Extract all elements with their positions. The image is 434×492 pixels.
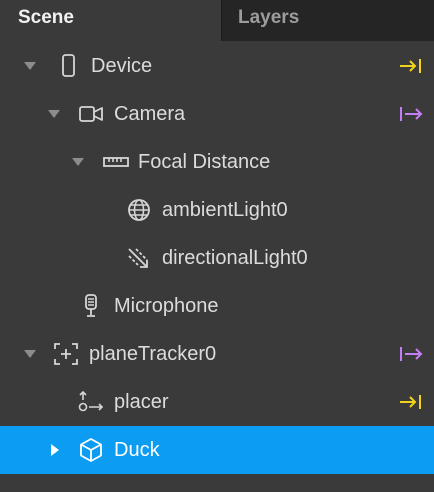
- tree-label-placer: placer: [114, 391, 169, 413]
- caret-down-icon[interactable]: [47, 107, 61, 121]
- bar-to-arrow-icon[interactable]: [398, 104, 424, 124]
- tree-row-ambient-light[interactable]: ambientLight0: [0, 186, 434, 234]
- caret-down-icon[interactable]: [23, 347, 37, 361]
- tree-row-directional-light[interactable]: directionalLight0: [0, 234, 434, 282]
- tab-scene[interactable]: Scene: [0, 0, 221, 41]
- tree-label-ambient-light: ambientLight0: [162, 199, 288, 221]
- microphone-icon: [78, 294, 104, 318]
- tree-label-focal-distance: Focal Distance: [138, 151, 271, 173]
- tree-row-focal-distance[interactable]: Focal Distance: [0, 138, 434, 186]
- tree-label-camera: Camera: [114, 103, 186, 125]
- null-object-icon: [78, 390, 104, 414]
- tree-row-plane-tracker[interactable]: planeTracker0: [0, 330, 434, 378]
- tree-label-plane-tracker: planeTracker0: [89, 343, 217, 365]
- directional-light-icon: [126, 246, 152, 270]
- phone-icon: [56, 54, 82, 78]
- plane-tracker-icon: [53, 342, 79, 366]
- ruler-icon: [103, 150, 129, 174]
- caret-down-icon[interactable]: [71, 155, 85, 169]
- tree-label-microphone: Microphone: [114, 295, 219, 317]
- tree-row-duck[interactable]: Duck: [0, 426, 434, 474]
- cube-icon: [78, 438, 104, 462]
- bar-to-arrow-icon[interactable]: [398, 344, 424, 364]
- tree-label-duck: Duck: [114, 439, 160, 461]
- camera-icon: [78, 102, 104, 126]
- globe-icon: [126, 198, 152, 222]
- caret-right-icon[interactable]: [48, 443, 62, 457]
- arrow-to-bar-icon[interactable]: [398, 56, 424, 76]
- tree-row-device[interactable]: Device: [0, 42, 434, 90]
- caret-down-icon[interactable]: [23, 59, 37, 73]
- tree-label-directional-light: directionalLight0: [162, 247, 308, 269]
- tree-row-camera[interactable]: Camera: [0, 90, 434, 138]
- arrow-to-bar-icon[interactable]: [398, 392, 424, 412]
- scene-tree: Device Camera Focal Distance ambientLigh…: [0, 42, 434, 474]
- panel-tabs: Scene Layers: [0, 0, 434, 41]
- tree-row-placer[interactable]: placer: [0, 378, 434, 426]
- tree-label-device: Device: [91, 55, 153, 77]
- tab-layers[interactable]: Layers: [221, 0, 434, 41]
- tree-row-microphone[interactable]: Microphone: [0, 282, 434, 330]
